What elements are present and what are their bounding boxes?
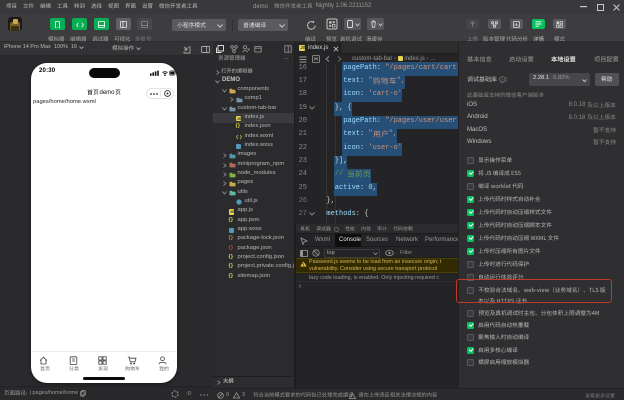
- svg-text:i: i: [502, 78, 503, 83]
